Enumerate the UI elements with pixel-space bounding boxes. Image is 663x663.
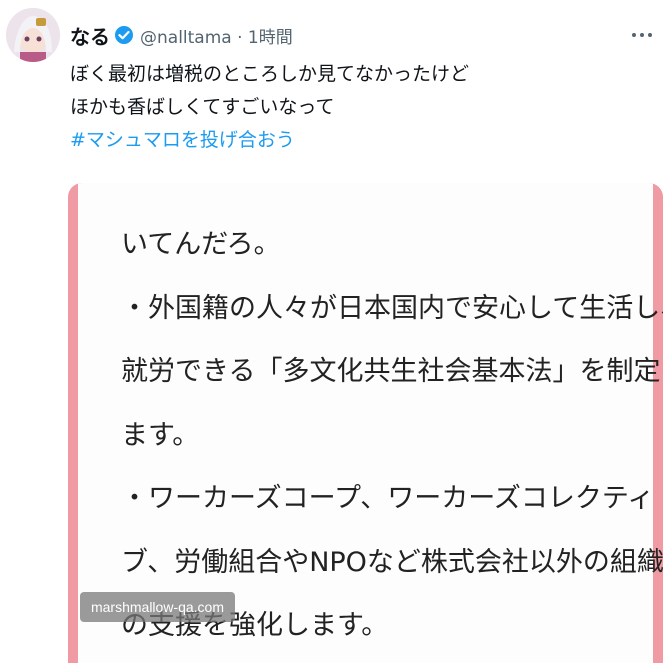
tweet-line: ぼく最初は増税のところしか見てなかったけど [70, 63, 470, 85]
card-text: いてんだろ。 ・外国籍の人々が日本国内で安心して生活し、 就労できる「多文化共生… [121, 213, 663, 658]
card-line: ・ワーカーズコープ、ワーカーズコレクティ [121, 483, 655, 514]
card-line: いてんだろ。 [121, 229, 281, 260]
hashtag-link[interactable]: #マシュマロを投げ合おう [70, 124, 650, 157]
card-content: いてんだろ。 ・外国籍の人々が日本国内で安心して生活し、 就労できる「多文化共生… [78, 183, 663, 663]
card-line: 就労できる「多文化共生社会基本法」を制定し [121, 356, 663, 387]
watermark-label: marshmallow-qa.com [80, 592, 235, 622]
card-line: ・外国籍の人々が日本国内で安心して生活し、 [121, 292, 663, 324]
tweet-header: なる @nalltama · 1時間 [70, 21, 293, 50]
more-options-icon[interactable] [627, 22, 657, 48]
tweet-line: ほかも香ばしくてすごいなって [70, 96, 335, 118]
avatar[interactable] [6, 8, 60, 62]
verified-badge-icon [114, 25, 134, 45]
tweet-body: ぼく最初は増税のところしか見てなかったけど ほかも香ばしくてすごいなって #マシ… [70, 58, 650, 157]
handle-and-time[interactable]: @nalltama · 1時間 [140, 23, 293, 48]
card-line: ブ、労働組合やNPOなど株式会社以外の組織へ [121, 546, 663, 578]
author-name[interactable]: なる [70, 21, 110, 50]
card-line: ます。 [121, 419, 200, 451]
marshmallow-card-image[interactable]: いてんだろ。 ・外国籍の人々が日本国内で安心して生活し、 就労できる「多文化共生… [68, 183, 663, 663]
